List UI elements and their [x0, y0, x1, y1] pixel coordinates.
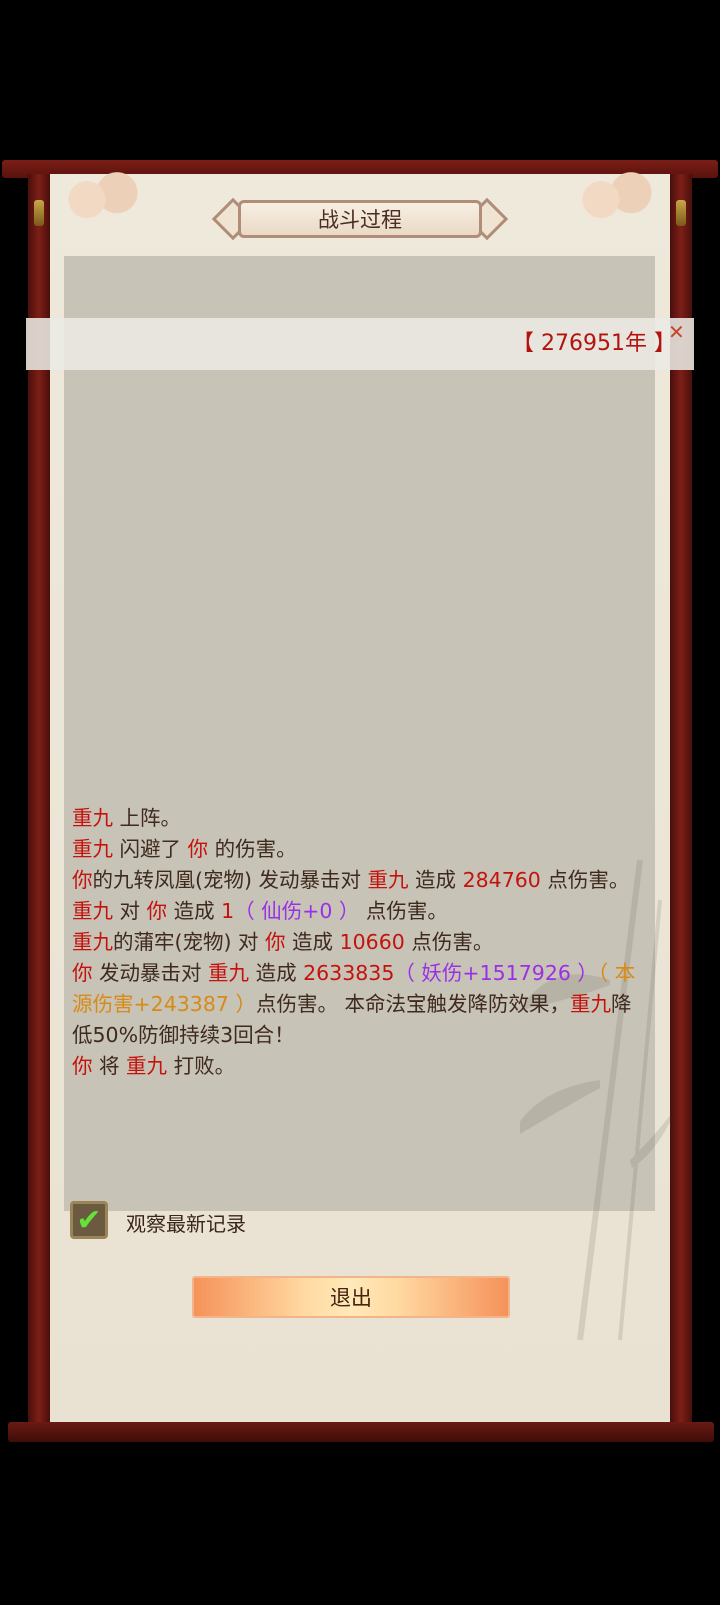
log-segment: 对 [113, 899, 147, 923]
cloud-ornament-right [566, 172, 666, 218]
log-segment: 重九 [208, 961, 250, 985]
log-line: 重九 上阵。 [72, 803, 642, 834]
log-segment: 重九 [72, 899, 113, 923]
lantern-icon [676, 200, 686, 226]
notification-bar: 【 276951年 】 [26, 318, 694, 370]
close-icon[interactable]: ✕ [668, 322, 685, 342]
log-segment: 2633835 [303, 961, 395, 985]
checkmark-icon: ✔ [76, 1202, 102, 1238]
log-segment: （ 妖伤+1517926 ） [394, 961, 598, 985]
log-segment: 的蒲牢(宠物) 对 [113, 930, 266, 954]
log-segment: 造成 [408, 868, 463, 892]
log-segment: 1 [221, 899, 235, 923]
log-segment: 你 [187, 837, 209, 861]
log-segment: 的九转凤凰(宠物) 发动暴击对 [92, 868, 368, 892]
log-segment: 点伤害。 [359, 899, 448, 923]
log-segment: 将 [92, 1054, 127, 1078]
log-line: 你 将 重九 打败。 [72, 1051, 642, 1082]
watch-latest-checkbox[interactable]: ✔ [70, 1201, 108, 1239]
log-line: 你的九转凤凰(宠物) 发动暴击对 重九 造成 284760 点伤害。 [72, 865, 642, 896]
watch-latest-label: 观察最新记录 [126, 1212, 246, 1236]
log-segment: 点伤害。 本命法宝触发降防效果， [255, 992, 570, 1016]
title-banner: 战斗过程 [208, 197, 512, 242]
log-segment: 上阵。 [113, 806, 182, 830]
log-segment: 你 [146, 899, 168, 923]
log-segment: 重九 [72, 930, 113, 954]
exit-button[interactable]: 退出 [192, 1276, 510, 1318]
dialog-title: 战斗过程 [238, 200, 482, 238]
log-segment: 重九 [72, 837, 113, 861]
log-segment: 重九 [569, 992, 611, 1016]
log-line: 重九 对 你 造成 1（ 仙伤+0 ） 点伤害。 [72, 896, 642, 927]
log-segment: 你 [72, 1054, 93, 1078]
log-line: 你 发动暴击对 重九 造成 2633835（ 妖伤+1517926 ）（ 本源伤… [72, 958, 642, 1051]
log-segment: 造成 [249, 961, 304, 985]
log-line: 重九的蒲牢(宠物) 对 你 造成 10660 点伤害。 [72, 927, 642, 958]
log-segment: 10660 [339, 930, 405, 954]
log-segment: 284760 [462, 868, 541, 892]
log-segment: 重九 [367, 868, 409, 892]
log-segment: 点伤害。 [540, 868, 630, 892]
log-segment: 点伤害。 [404, 930, 494, 954]
log-segment: 重九 [126, 1054, 168, 1078]
log-segment: 你 [72, 868, 93, 892]
log-line: 重九 闪避了 你 的伤害。 [72, 834, 642, 865]
cloud-ornament-left [52, 172, 152, 218]
log-segment: 的伤害。 [208, 837, 297, 861]
notification-text: 【 276951年 】 [512, 331, 676, 356]
log-segment: 重九 [72, 806, 113, 830]
log-segment: 闪避了 [113, 837, 188, 861]
log-segment: 打败。 [167, 1054, 236, 1078]
log-segment: （ 仙伤+0 ） [234, 899, 360, 923]
battle-log-text: 重九 上阵。 重九 闪避了 你 的伤害。 你的九转凤凰(宠物) 发动暴击对 重九 造… [72, 803, 642, 1082]
log-segment: 造成 [285, 930, 340, 954]
log-segment: 你 [265, 930, 286, 954]
log-segment: 发动暴击对 [92, 961, 209, 985]
log-segment: 你 [72, 961, 93, 985]
scroll-bottom-rod [8, 1422, 714, 1442]
log-segment: 造成 [167, 899, 222, 923]
lantern-icon [34, 200, 44, 226]
